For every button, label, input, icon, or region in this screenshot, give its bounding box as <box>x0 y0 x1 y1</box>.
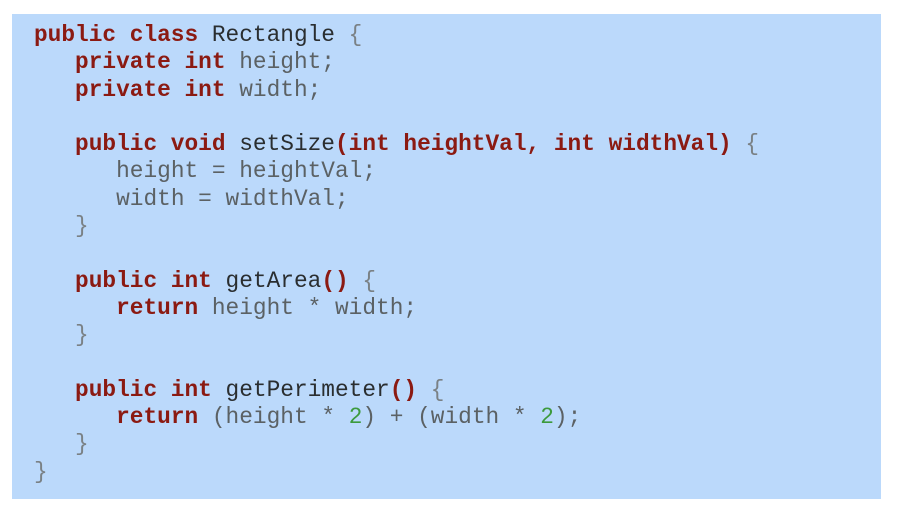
keyword-token: public void <box>75 131 226 158</box>
code-line: public int getPerimeter() { <box>34 377 881 404</box>
code-line: } <box>34 459 881 486</box>
code-line: height = heightVal; <box>34 158 881 185</box>
code-line: return (height * 2) + (width * 2); <box>34 404 881 431</box>
keyword-token: private int <box>75 49 226 76</box>
punctuation-token: { <box>362 267 377 294</box>
number-token: 2 <box>348 404 363 431</box>
code-line: private int width; <box>34 77 881 104</box>
variable-token: ); <box>553 404 582 431</box>
variable-token: width = widthVal; <box>116 185 349 212</box>
identifier-token: setSize <box>239 131 335 158</box>
variable-token: height * width; <box>211 294 418 321</box>
keyword-token: return <box>116 404 199 431</box>
identifier-token: getArea <box>225 267 322 294</box>
code-block: public class Rectangle { private int hei… <box>34 22 881 486</box>
keyword-token: (int heightVal, int widthVal) <box>334 131 732 158</box>
variable-token: (height * <box>211 404 349 431</box>
variable-token: width; <box>239 76 322 103</box>
punctuation-token: } <box>75 213 89 240</box>
code-line: } <box>34 431 881 458</box>
keyword-token: return <box>116 294 199 321</box>
code-snippet-box: public class Rectangle { private int hei… <box>12 14 881 499</box>
variable-token: height; <box>239 49 335 76</box>
variable-token: ) + (width * <box>362 404 541 431</box>
code-line: } <box>34 322 881 349</box>
keyword-token: private int <box>75 76 226 103</box>
code-line: } <box>34 213 881 240</box>
number-token: 2 <box>540 404 554 431</box>
punctuation-token: { <box>348 22 363 48</box>
keyword-token: public class <box>34 22 199 48</box>
code-line: public class Rectangle { <box>34 22 881 49</box>
punctuation-token: } <box>75 431 89 458</box>
variable-token: height = heightVal; <box>116 158 377 185</box>
keyword-token: public int <box>75 267 212 294</box>
code-line: private int height; <box>34 49 881 76</box>
punctuation-token: } <box>34 458 48 485</box>
punctuation-token: { <box>430 376 445 403</box>
keyword-token: public int <box>75 376 212 403</box>
code-line: return height * width; <box>34 295 881 322</box>
punctuation-token: } <box>75 322 89 349</box>
code-line: width = widthVal; <box>34 186 881 213</box>
identifier-token: Rectangle <box>211 22 335 48</box>
identifier-token: getPerimeter <box>225 376 390 403</box>
code-line: public void setSize(int heightVal, int w… <box>34 131 881 158</box>
punctuation-token: { <box>745 131 760 158</box>
keyword-token: () <box>321 267 349 294</box>
code-line: public int getArea() { <box>34 268 881 295</box>
keyword-token: () <box>389 376 418 403</box>
